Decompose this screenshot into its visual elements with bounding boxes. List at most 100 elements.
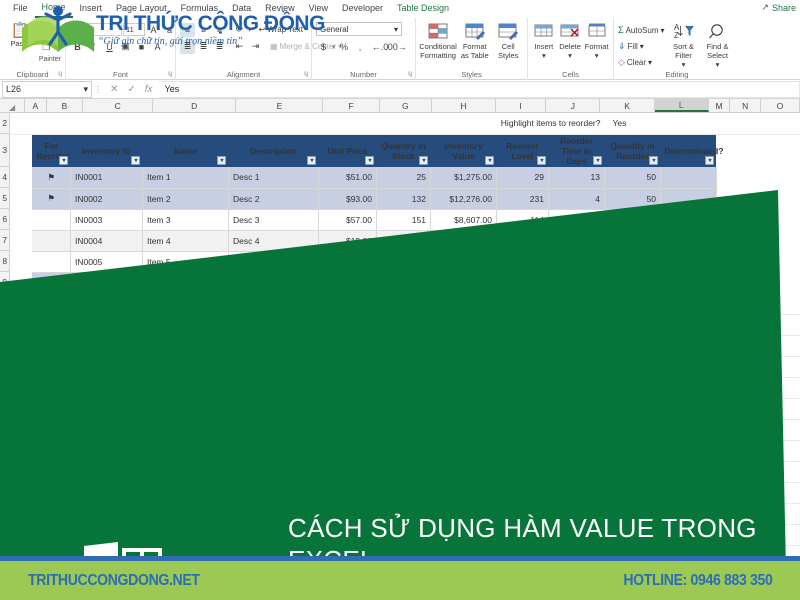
format-cells-button[interactable]: Format ▾ <box>584 22 609 60</box>
cell-inventory-value[interactable]: $12,276.00 <box>430 188 497 210</box>
cell-unit-price[interactable]: $57.00 <box>318 209 377 231</box>
tab-file[interactable]: File <box>6 1 35 17</box>
cell-o4[interactable] <box>770 167 800 188</box>
cell-quantity-in-stock[interactable]: 151 <box>376 209 431 231</box>
filter-dropdown-icon[interactable]: ▾ <box>217 156 227 165</box>
sort-filter-button[interactable]: A Z Sort & Filter ▾ <box>669 22 699 69</box>
clear-button[interactable]: ◇ Clear ▾ <box>618 55 665 69</box>
filter-dropdown-icon[interactable]: ▾ <box>593 156 603 165</box>
align-left-icon[interactable]: ≣ <box>180 39 195 54</box>
cell-reorder-level[interactable]: 29 <box>496 167 549 189</box>
decrease-indent-icon[interactable]: ⇤ <box>232 40 247 54</box>
filter-dropdown-icon[interactable]: ▾ <box>649 156 659 165</box>
cell-unit-price[interactable]: $93.00 <box>318 188 377 210</box>
cell-a6[interactable] <box>10 209 33 230</box>
filter-dropdown-icon[interactable]: ▾ <box>705 156 715 165</box>
table-header-description[interactable]: Description ▾ <box>228 134 319 167</box>
cell-f2[interactable] <box>318 113 377 135</box>
table-header-inventory-value[interactable]: Inventory Value ▾ <box>430 134 497 167</box>
cell-n3[interactable] <box>738 134 770 167</box>
cell-a5[interactable] <box>10 188 33 209</box>
cell-name[interactable]: Item 3 <box>142 209 229 231</box>
table-header-for-reorder[interactable]: For Reorder ▾ <box>32 134 71 167</box>
cell-name[interactable]: Item 4 <box>142 230 229 252</box>
filter-dropdown-icon[interactable]: ▾ <box>365 156 375 165</box>
align-center-icon[interactable]: ≣ <box>196 40 211 54</box>
fill-color-icon[interactable]: ■ <box>134 40 149 54</box>
italic-icon[interactable]: I <box>86 40 101 54</box>
align-bottom-icon[interactable]: ≡ <box>212 23 227 37</box>
cell-discontinued[interactable] <box>660 167 717 189</box>
alignment-dialog-launcher-icon[interactable]: ϥ <box>304 72 308 79</box>
cell-o2[interactable] <box>770 113 800 135</box>
copy-icon[interactable]: ❐ <box>39 40 54 54</box>
underline-icon[interactable]: U <box>102 40 117 54</box>
currency-icon[interactable]: $ <box>316 40 331 54</box>
percent-icon[interactable]: % <box>337 40 352 54</box>
increase-indent-icon[interactable]: ⇥ <box>248 40 263 54</box>
cell-reorder-level[interactable]: 231 <box>496 188 549 210</box>
insert-cells-button[interactable]: Insert ▾ <box>532 22 556 60</box>
align-middle-icon[interactable]: ≡ <box>196 23 211 37</box>
cell-a2[interactable] <box>10 113 33 135</box>
cell-reorder-time-in-days[interactable]: 4 <box>548 188 605 210</box>
cell-a3[interactable] <box>10 134 32 167</box>
column-header-d[interactable]: D <box>153 99 237 112</box>
cell-d2[interactable] <box>142 113 229 135</box>
increase-font-size-icon[interactable]: A <box>146 23 161 37</box>
column-header-h[interactable]: H <box>431 99 496 112</box>
column-header-g[interactable]: G <box>379 99 432 112</box>
column-header-f[interactable]: F <box>323 99 380 112</box>
insert-function-icon[interactable]: fx <box>145 84 153 95</box>
tab-table-design[interactable]: Table Design <box>390 1 456 17</box>
row-header-8[interactable]: 8 <box>0 251 10 272</box>
name-box[interactable]: L26 ▾ <box>2 80 92 98</box>
format-as-table-button[interactable]: Format as Table <box>458 22 491 60</box>
row-header-7[interactable]: 7 <box>0 230 10 251</box>
tab-review[interactable]: Review <box>258 1 302 17</box>
delete-cells-button[interactable]: Delete ▾ <box>558 22 583 60</box>
cut-icon[interactable]: ✂ <box>39 24 54 38</box>
reorder-note-value[interactable]: Yes <box>604 113 661 135</box>
row-header-2[interactable]: 2 <box>0 113 10 134</box>
cell-unit-price[interactable]: $51.00 <box>318 167 377 189</box>
cell-name[interactable]: Item 1 <box>142 167 229 189</box>
table-header-reorder-level[interactable]: Reorder Level ▾ <box>496 134 549 167</box>
confirm-icon[interactable]: ✓ <box>127 84 135 95</box>
cell-e2[interactable] <box>228 113 319 135</box>
column-header-m[interactable]: M <box>708 99 731 112</box>
align-right-icon[interactable]: ≣ <box>212 40 227 54</box>
currency-chevron-down-icon[interactable]: ▾ <box>332 43 336 51</box>
column-header-n[interactable]: N <box>730 99 762 112</box>
font-color-icon[interactable]: A <box>150 40 165 54</box>
conditional-formatting-button[interactable]: Conditional Formatting <box>419 22 457 60</box>
table-row[interactable]: ⚑ IN0001 Item 1 Desc 1 $51.00 25 $1,275.… <box>10 167 800 189</box>
column-header-a[interactable]: A <box>25 99 47 112</box>
tab-view[interactable]: View <box>302 1 335 17</box>
table-header-unit-price[interactable]: Unit Price ▾ <box>318 134 377 167</box>
table-header-reorder-time-in-days[interactable]: Reorder Time in Days ▾ <box>548 134 605 167</box>
fill-button[interactable]: ⇓ Fill ▾ <box>618 39 665 53</box>
cell-o3[interactable] <box>770 134 800 167</box>
cell-m2[interactable] <box>716 113 739 135</box>
cell-reorder-time-in-days[interactable]: 13 <box>548 167 605 189</box>
cell-g2[interactable] <box>376 113 431 135</box>
column-header-c[interactable]: C <box>83 99 154 112</box>
font-size-input[interactable]: 11 <box>123 23 145 36</box>
comma-icon[interactable]: , <box>353 40 368 54</box>
cell-name[interactable]: Item 2 <box>142 188 229 210</box>
table-header-quantity-in-reorder[interactable]: Quantity in Reorder ▾ <box>604 134 661 167</box>
borders-icon[interactable]: ▣ <box>118 40 133 54</box>
row-header-3[interactable]: 3 <box>0 134 10 167</box>
cell-inventory-id[interactable]: IN0002 <box>70 188 143 210</box>
select-all-corner[interactable]: ◢ <box>0 99 26 112</box>
cell-b2[interactable] <box>32 113 71 135</box>
cell-a8[interactable] <box>10 251 33 272</box>
table-header-name[interactable]: Name ▾ <box>142 134 229 167</box>
decrease-decimal-icon[interactable]: .00→ <box>385 40 407 54</box>
column-header-b[interactable]: B <box>46 99 84 112</box>
row-header-4[interactable]: 4 <box>0 167 10 188</box>
tab-developer[interactable]: Developer <box>335 1 390 17</box>
cell-a7[interactable] <box>10 230 33 251</box>
clipboard-dialog-launcher-icon[interactable]: ϥ <box>58 72 62 79</box>
